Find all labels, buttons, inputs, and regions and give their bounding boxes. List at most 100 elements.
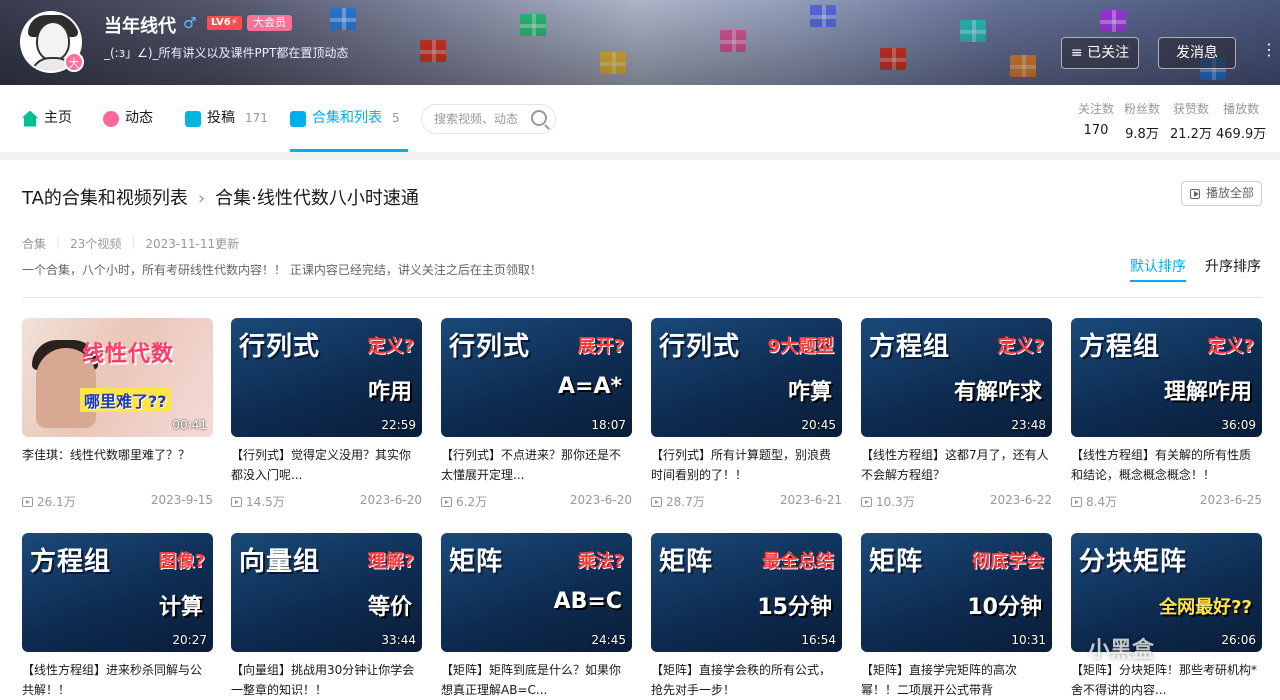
video-thumbnail[interactable]: 方程组 定义? 有解咋求 23:48 — [861, 318, 1052, 437]
thumbnail-text: 矩阵 — [449, 547, 504, 577]
video-card[interactable]: 矩阵 最全总结 15分钟 16:54 【矩阵】直接学会秩的所有公式，抢先对手一步… — [651, 533, 842, 700]
video-title[interactable]: 李佳琪：线性代数哪里难了？？ — [22, 445, 213, 485]
sort-ascending-tab[interactable]: 升序排序 — [1205, 256, 1261, 276]
view-count: 10.3万 — [876, 495, 915, 509]
video-title[interactable]: 【矩阵】分块矩阵！那些考研机构*舍不得讲的内容... — [1071, 660, 1262, 700]
more-options-icon[interactable]: ⋮ — [1258, 40, 1280, 66]
thumbnail-text: 乘法? — [577, 551, 624, 572]
thumbnail-text: A=A* — [558, 374, 622, 399]
tab-home[interactable]: 主页 — [22, 85, 72, 152]
play-all-button[interactable]: 播放全部 — [1181, 181, 1262, 206]
video-thumbnail[interactable]: 矩阵 彻底学会 10分钟 10:31 — [861, 533, 1052, 652]
stat-label: 获赞数 — [1172, 102, 1209, 116]
space-nav: 主页 动态 投稿 171 合集和列表 5 搜索视频、动态 关注数 170 粉丝数… — [0, 85, 1280, 152]
avatar-face — [36, 21, 70, 61]
video-card[interactable]: 矩阵 彻底学会 10分钟 10:31 【矩阵】直接学完矩阵的高次幂！！二项展开公… — [861, 533, 1052, 700]
video-title[interactable]: 【向量组】挑战用30分钟让你学会一整章的知识！！ — [231, 660, 422, 700]
search-icon[interactable] — [531, 110, 547, 126]
tab-dynamic[interactable]: 动态 — [103, 85, 153, 152]
video-card[interactable]: 方程组 定义? 理解咋用 36:09 【线性方程组】有关解的所有性质和结论，概念… — [1071, 318, 1262, 510]
video-duration: 10:31 — [1011, 633, 1046, 647]
video-card[interactable]: 分块矩阵 全网最好?? 26:06 【矩阵】分块矩阵！那些考研机构*舍不得讲的内… — [1071, 533, 1262, 700]
view-count: 6.2万 — [456, 495, 488, 509]
stat-value: 469.9万 — [1216, 127, 1267, 142]
video-card[interactable]: 线性代数 哪里难了?? 00:41 李佳琪：线性代数哪里难了？？ 26.1万 2… — [22, 318, 213, 510]
video-title[interactable]: 【线性方程组】这都7月了，还有人不会解方程组？ — [861, 445, 1052, 485]
video-card[interactable]: 矩阵 乘法? AB=C 24:45 【矩阵】矩阵到底是什么？如果你想真正理解AB… — [441, 533, 632, 700]
collection-title: 合集·线性代数八小时速通 — [215, 188, 419, 209]
play-count-icon — [861, 496, 872, 507]
video-stats: 8.4万 2023-6-25 — [1071, 493, 1262, 510]
thumbnail-text: 哪里难了?? — [80, 388, 171, 412]
send-message-button[interactable]: 发消息 — [1158, 37, 1236, 69]
collection-updated: 2023-11-11更新 — [145, 237, 240, 251]
video-thumbnail[interactable]: 行列式 定义? 咋用 22:59 — [231, 318, 422, 437]
video-duration: 36:09 — [1221, 418, 1256, 432]
stat-fans[interactable]: 粉丝数 9.8万 — [1124, 100, 1160, 142]
followed-button[interactable]: ≡ 已关注 — [1061, 37, 1139, 69]
video-title[interactable]: 【矩阵】直接学会秩的所有公式，抢先对手一步！ — [651, 660, 842, 700]
search-input[interactable]: 搜索视频、动态 — [421, 104, 556, 134]
video-duration: 23:48 — [1011, 418, 1046, 432]
video-card[interactable]: 方程组 图像? 计算 20:27 【线性方程组】进来秒杀同解与公共解！！ — [22, 533, 213, 700]
sort-default-tab[interactable]: 默认排序 — [1130, 256, 1186, 282]
video-card[interactable]: 向量组 理解? 等价 33:44 【向量组】挑战用30分钟让你学会一整章的知识！… — [231, 533, 422, 700]
play-count-icon — [231, 496, 242, 507]
stat-label: 关注数 — [1078, 102, 1115, 116]
publish-date: 2023-6-21 — [779, 493, 842, 507]
vip-badge[interactable]: 大会员 — [247, 15, 292, 31]
play-icon — [1190, 189, 1200, 199]
video-thumbnail[interactable]: 矩阵 乘法? AB=C 24:45 — [441, 533, 632, 652]
video-title[interactable]: 【行列式】不点进来？那你还是不太懂展开定理... — [441, 445, 632, 485]
thumbnail-text: 咋用 — [367, 380, 412, 405]
video-duration: 16:54 — [801, 633, 836, 647]
level-badge: LV6⚡ — [207, 16, 242, 30]
thumbnail-text: 方程组 — [30, 547, 112, 577]
gift-decoration — [960, 20, 986, 42]
stat-label: 播放数 — [1223, 102, 1260, 116]
video-card[interactable]: 方程组 定义? 有解咋求 23:48 【线性方程组】这都7月了，还有人不会解方程… — [861, 318, 1052, 510]
video-title[interactable]: 【线性方程组】进来秒杀同解与公共解！！ — [22, 660, 213, 700]
video-card[interactable]: 行列式 9大题型 咋算 20:45 【行列式】所有计算题型，别浪费时间看别的了！… — [651, 318, 842, 510]
video-thumbnail[interactable]: 线性代数 哪里难了?? 00:41 — [22, 318, 213, 437]
thumbnail-text: 15分钟 — [757, 595, 832, 620]
play-count-icon — [1071, 496, 1082, 507]
video-thumbnail[interactable]: 矩阵 最全总结 15分钟 16:54 — [651, 533, 842, 652]
vip-avatar-badge: 大 — [64, 52, 84, 72]
video-thumbnail[interactable]: 行列式 9大题型 咋算 20:45 — [651, 318, 842, 437]
video-thumbnail[interactable]: 方程组 图像? 计算 20:27 — [22, 533, 213, 652]
thumbnail-text: 最全总结 — [762, 551, 834, 572]
stat-value: 21.2万 — [1170, 127, 1212, 142]
tab-submissions-label: 投稿 — [207, 110, 235, 126]
thumbnail-text: 计算 — [158, 595, 203, 620]
thumbnail-text: 定义? — [997, 336, 1044, 357]
video-stats: 14.5万 2023-6-20 — [231, 493, 422, 510]
gift-decoration — [330, 8, 356, 30]
video-card[interactable]: 行列式 定义? 咋用 22:59 【行列式】觉得定义没用？其实你都没入门呢...… — [231, 318, 422, 510]
video-thumbnail[interactable]: 方程组 定义? 理解咋用 36:09 — [1071, 318, 1262, 437]
thumbnail-text: 向量组 — [239, 547, 321, 577]
video-title[interactable]: 【矩阵】直接学完矩阵的高次幂！！二项展开公式带背 — [861, 660, 1052, 700]
collection-video-count: 23个视频 — [70, 237, 122, 251]
thumbnail-text: 有解咋求 — [953, 380, 1042, 405]
video-thumbnail[interactable]: 向量组 理解? 等价 33:44 — [231, 533, 422, 652]
video-card[interactable]: 行列式 展开? A=A* 18:07 【行列式】不点进来？那你还是不太懂展开定理… — [441, 318, 632, 510]
user-signature: _(:з」∠)_所有讲义以及课件PPT都在置顶动态 — [104, 46, 349, 60]
thumbnail-text: 矩阵 — [659, 547, 714, 577]
stat-following[interactable]: 关注数 170 — [1078, 100, 1114, 138]
video-duration: 26:06 — [1221, 633, 1256, 647]
view-count: 28.7万 — [666, 495, 705, 509]
video-title[interactable]: 【线性方程组】有关解的所有性质和结论，概念概念概念！！ — [1071, 445, 1262, 485]
video-title[interactable]: 【行列式】所有计算题型，别浪费时间看别的了！！ — [651, 445, 842, 485]
video-thumbnail[interactable]: 行列式 展开? A=A* 18:07 — [441, 318, 632, 437]
thumbnail-text: 矩阵 — [869, 547, 924, 577]
video-title[interactable]: 【矩阵】矩阵到底是什么？如果你想真正理解AB=C... — [441, 660, 632, 700]
play-count-icon — [441, 496, 452, 507]
thumbnail-text: 等价 — [367, 595, 412, 620]
play-count-icon — [22, 496, 33, 507]
tab-submissions[interactable]: 投稿 171 — [185, 85, 268, 152]
search-placeholder: 搜索视频、动态 — [434, 112, 519, 126]
video-title[interactable]: 【行列式】觉得定义没用？其实你都没入门呢... — [231, 445, 422, 485]
breadcrumb-root[interactable]: TA的合集和视频列表 — [22, 188, 188, 209]
tab-collections[interactable]: 合集和列表 5 — [290, 85, 408, 152]
